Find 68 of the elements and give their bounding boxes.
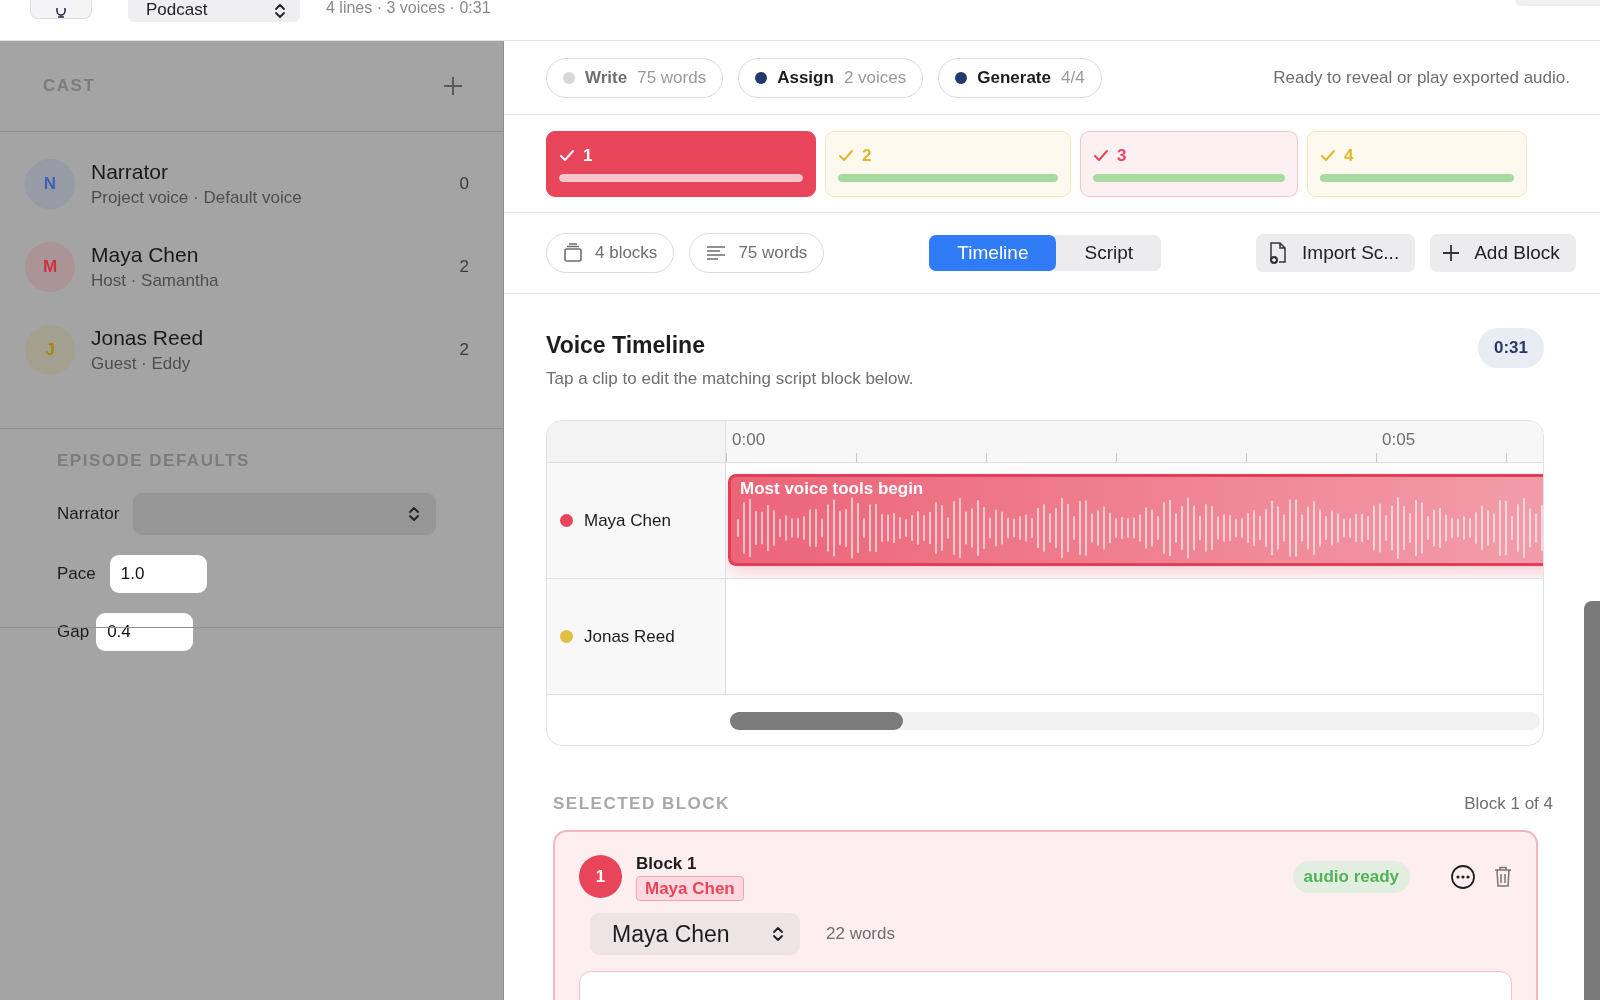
document-add-icon [1268,241,1289,265]
stack-icon [563,243,583,263]
select-field[interactable] [133,493,437,535]
avatar: M [25,241,75,292]
scrollbar-track[interactable] [730,712,1540,730]
add-icon[interactable] [443,76,463,96]
time-label: 0:00 [732,430,766,450]
field-label: Pace [57,564,96,584]
field-label: Gap [57,622,90,642]
cast-detail: Host · Samantha [91,270,220,291]
project-type-select[interactable]: Podcast [128,0,300,22]
plus-icon [1442,244,1461,262]
duration-badge: 0:31 [1477,328,1544,368]
check-icon [838,148,854,163]
scrollbar-thumb[interactable] [730,712,903,730]
chevron-updown-icon [274,2,286,20]
avatar: J [25,324,75,375]
delete-button[interactable] [1494,865,1512,888]
check-icon [1093,148,1109,163]
view-tab[interactable]: Timeline [929,235,1057,271]
status-badge: audio ready [1292,860,1410,893]
clip-title: Most voice tools begin [740,479,924,499]
chevron-updown-icon [772,925,784,943]
text-lines-icon [706,245,727,261]
step-pill[interactable]: Assign 2 voices [738,57,924,98]
check-icon [1320,148,1336,163]
speaker-tag: Maya Chen [636,876,744,901]
block-number: 1 [579,855,622,898]
cast-item[interactable]: M Maya Chen Host · Samantha 2 [0,225,503,308]
import-button[interactable]: Import Sc... [1256,234,1416,272]
track-name: Jonas Reed [584,626,675,647]
more-icon [1450,863,1476,890]
step-pill[interactable]: Generate 4/4 [938,57,1102,98]
project-summary: 4 lines · 3 voices · 0:31 [326,0,491,16]
cast-item[interactable]: J Jonas Reed Guest · Eddy 2 [0,308,503,391]
time-label: 0:05 [1382,430,1416,450]
app-icon-button[interactable] [30,0,92,19]
line-count: 2 [459,339,469,360]
more-button[interactable] [1450,863,1476,890]
cast-name: Narrator [91,159,170,184]
cast-item[interactable]: N Narrator Project voice · Default voice 0 [0,142,503,225]
view-tab[interactable]: Script [1056,235,1162,271]
cast-name: Jonas Reed [91,325,205,350]
chevron-updown-icon [408,505,421,523]
add-block-button[interactable]: Add Block [1430,234,1576,272]
input-field[interactable]: 1.0 [109,555,207,593]
microphone-icon [54,8,68,18]
line-count: 0 [459,173,469,194]
block-card[interactable]: 1 [546,130,816,197]
word-count: 22 words [826,924,895,944]
block-title: Block 1 [636,854,698,874]
check-icon [559,148,575,163]
track-name: Maya Chen [584,510,671,531]
cast-name: Maya Chen [91,242,200,267]
avatar: N [25,158,75,209]
field-label: Narrator [57,504,120,524]
voice-select[interactable]: Maya Chen [590,913,800,955]
cast-detail: Project voice · Default voice [91,187,303,208]
status-text: Ready to reveal or play exported audio. [1273,67,1570,88]
trash-icon [1494,865,1512,888]
section-title: Voice Timeline [546,332,706,359]
section-subtitle: Tap a clip to edit the matching script block below. [546,369,914,389]
section-heading: SELECTED BLOCK [553,794,730,814]
step-pill[interactable]: Write 75 words [546,57,724,98]
block-card[interactable]: 3 [1080,130,1298,197]
line-count: 2 [459,256,469,277]
block-position: Block 1 of 4 [1464,794,1553,814]
cast-detail: Guest · Eddy [91,353,192,374]
